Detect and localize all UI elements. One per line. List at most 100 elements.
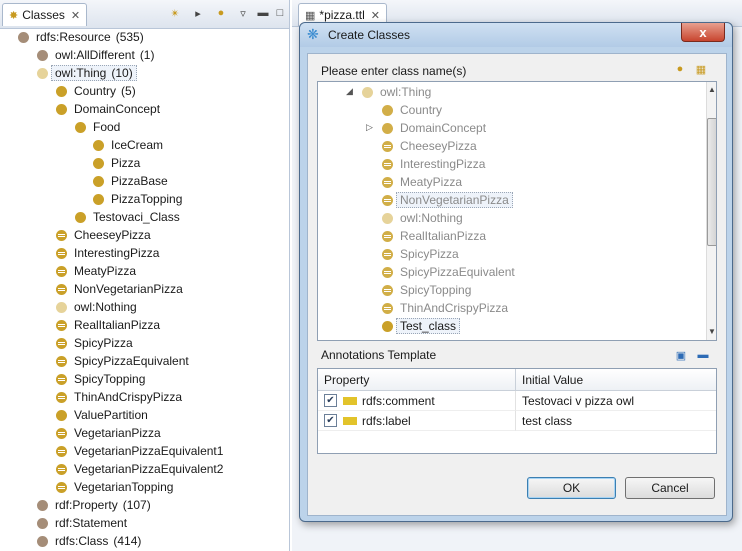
tree-item[interactable]: SpicyPizza: [56, 334, 133, 352]
dialog-tree-item[interactable]: SpicyPizza: [382, 245, 459, 263]
dialog-tree-item[interactable]: CheeseyPizza: [382, 137, 477, 155]
dialog-tree-item[interactable]: RealItalianPizza: [382, 227, 486, 245]
tree-item-label: Food: [93, 120, 121, 134]
tree-item-label-text: owl:Thing: [55, 66, 107, 80]
dialog-tree-item[interactable]: NonVegetarianPizza: [382, 191, 513, 209]
column-header-property[interactable]: Property: [318, 369, 516, 391]
dialog-tree-item[interactable]: owl:Thing: [362, 83, 431, 101]
tree-item[interactable]: Country (5): [56, 82, 136, 100]
tree-item[interactable]: Testovaci_Class: [75, 208, 180, 226]
tree-item[interactable]: SpicyPizzaEquivalent: [56, 352, 189, 370]
dialog-class-tree-rows: ◢ owl:Thing Country ▷ DomainConcept CheeseyPi…: [318, 82, 706, 340]
tree-item[interactable]: DomainConcept: [56, 100, 160, 118]
tree-vertical-scrollbar[interactable]: ▲ ▼: [706, 82, 716, 340]
tab-close-icon[interactable]: ✕: [71, 9, 80, 22]
tree-item[interactable]: rdf:Property (107): [37, 496, 151, 514]
minimize-icon[interactable]: ▬: [256, 6, 270, 20]
class-icon: [56, 409, 67, 421]
tree-item[interactable]: VegetarianPizzaEquivalent2: [56, 460, 223, 478]
tab-pizza-ttl-label: *pizza.ttl: [319, 8, 365, 22]
dialog-tree-item[interactable]: owl:Nothing: [382, 209, 463, 227]
scrollbar-thumb[interactable]: [707, 118, 716, 246]
tree-item[interactable]: VegetarianTopping: [56, 478, 173, 496]
dialog-tree-item[interactable]: SpicyTopping: [382, 281, 471, 299]
class-icon: [93, 139, 104, 151]
dialog-close-button[interactable]: x: [681, 23, 725, 42]
scroll-down-icon[interactable]: ▼: [708, 327, 716, 336]
dialog-tree-item[interactable]: MeatyPizza: [382, 173, 462, 191]
tree-item[interactable]: owl:Nothing: [56, 298, 137, 316]
tree-item[interactable]: NonVegetarianPizza: [56, 280, 183, 298]
add-subclass-name-icon[interactable]: ▦: [694, 62, 708, 76]
dialog-tree-item[interactable]: InterestingPizza: [382, 155, 485, 173]
class-icon: [75, 211, 86, 223]
defined-class-icon: [382, 176, 393, 188]
dialog-tree-item[interactable]: Country: [382, 101, 442, 119]
scroll-up-icon[interactable]: ▲: [708, 85, 716, 94]
tree-item[interactable]: rdfs:Resource (535): [18, 28, 144, 46]
collapsed-twisty-icon[interactable]: ▷: [366, 122, 373, 133]
dialog-tree-item[interactable]: Test_class: [382, 317, 461, 335]
tree-item-label: Pizza: [111, 156, 141, 170]
add-annotation-icon[interactable]: ▣: [674, 348, 688, 362]
tree-item[interactable]: PizzaBase: [93, 172, 168, 190]
tree-item[interactable]: InterestingPizza: [56, 244, 159, 262]
ok-button[interactable]: OK: [527, 477, 616, 499]
tree-item[interactable]: ThinAndCrispyPizza: [56, 388, 182, 406]
dialog-tree-item-label: ThinAndCrispyPizza: [400, 301, 509, 315]
annotation-value-cell[interactable]: Testovaci v pizza owl: [516, 391, 716, 411]
dialog-tree-item[interactable]: SpicyPizzaEquivalent: [382, 263, 515, 281]
defined-class-icon: [382, 302, 393, 314]
expanded-twisty-icon[interactable]: ◢: [346, 86, 353, 97]
tree-item[interactable]: ValuePartition: [56, 406, 148, 424]
defined-class-icon: [56, 427, 67, 439]
add-class-name-icon[interactable]: ●: [673, 62, 687, 76]
add-sibling-icon[interactable]: ▸: [191, 6, 205, 20]
tree-item-label: owl:Thing (10): [51, 65, 137, 81]
tree-item[interactable]: Pizza: [93, 154, 140, 172]
tree-item[interactable]: owl:AllDifferent (1): [37, 46, 154, 64]
class-icon: [75, 121, 86, 133]
dialog-tree-item[interactable]: ThinAndCrispyPizza: [382, 299, 508, 317]
maximize-icon[interactable]: □: [273, 6, 287, 20]
tab-close-icon[interactable]: ✕: [371, 9, 380, 22]
tree-item[interactable]: SpicyTopping: [56, 370, 145, 388]
tree-item[interactable]: owl:Thing (10): [37, 64, 137, 82]
dialog-tree-item-label: SpicyPizzaEquivalent: [400, 265, 515, 279]
dialog-tree-item-label: NonVegetarianPizza: [396, 192, 513, 208]
annotation-value-cell[interactable]: test class: [516, 411, 716, 431]
tree-item[interactable]: rdfs:Class (414): [37, 532, 141, 550]
annotation-row-property[interactable]: ✔ rdfs:comment: [318, 391, 516, 411]
class-icon: [56, 85, 67, 97]
annotation-checkbox[interactable]: ✔: [324, 414, 337, 427]
tree-item[interactable]: rdf:Statement: [37, 514, 127, 532]
add-subclass-icon[interactable]: ✴: [168, 6, 182, 20]
remove-annotation-icon[interactable]: ▬: [696, 348, 710, 362]
delete-class-icon[interactable]: ●: [214, 6, 228, 20]
dialog-app-icon: ❋: [307, 26, 319, 42]
cancel-button[interactable]: Cancel: [625, 477, 715, 499]
column-header-initial-value[interactable]: Initial Value: [516, 369, 716, 391]
class-icon: [93, 175, 104, 187]
dialog-tree-item-label: Test_class: [396, 318, 461, 334]
annotation-checkbox[interactable]: ✔: [324, 394, 337, 407]
class-icon: [93, 157, 104, 169]
tree-item-label: CheeseyPizza: [74, 228, 151, 242]
annotation-row-property[interactable]: ✔ rdfs:label: [318, 411, 516, 431]
thing-class-icon: [362, 86, 373, 98]
view-menu-icon[interactable]: ▿: [236, 6, 250, 20]
tree-item[interactable]: CheeseyPizza: [56, 226, 151, 244]
defined-class-icon: [56, 319, 67, 331]
tree-item[interactable]: MeatyPizza: [56, 262, 136, 280]
tree-item[interactable]: VegetarianPizzaEquivalent1: [56, 442, 223, 460]
tree-item-count: (107): [122, 498, 151, 512]
tab-classes-label: Classes: [22, 8, 65, 22]
tree-item[interactable]: RealItalianPizza: [56, 316, 160, 334]
tab-classes[interactable]: ✸ Classes ✕: [2, 3, 88, 26]
tree-item[interactable]: VegetarianPizza: [56, 424, 161, 442]
dialog-tree-item[interactable]: DomainConcept: [382, 119, 486, 137]
tree-item[interactable]: IceCream: [93, 136, 163, 154]
tree-item[interactable]: Food: [75, 118, 120, 136]
tree-item[interactable]: PizzaTopping: [93, 190, 182, 208]
defined-class-icon: [56, 463, 67, 475]
